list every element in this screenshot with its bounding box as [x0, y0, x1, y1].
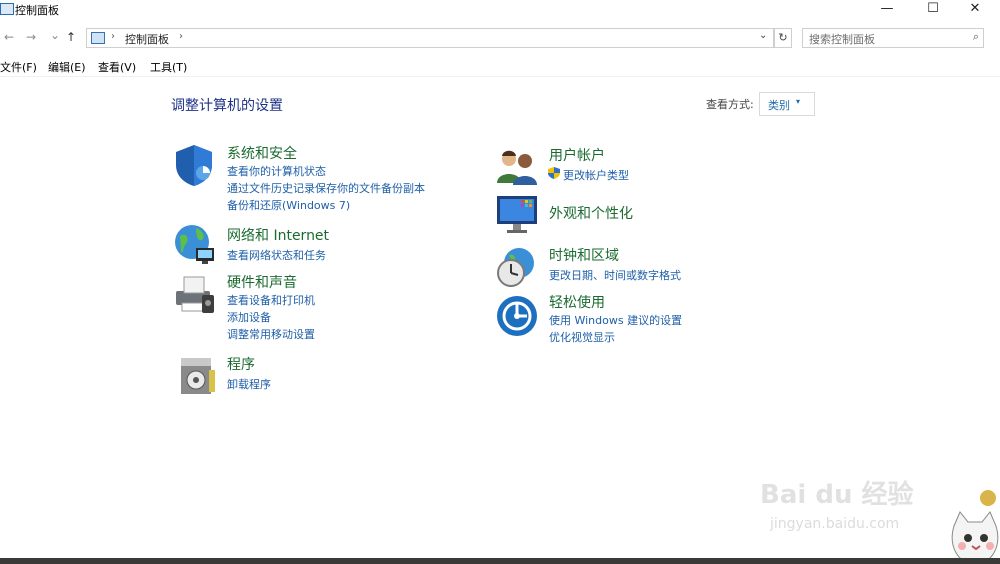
- category-user-accounts[interactable]: 用户帐户: [549, 145, 605, 165]
- close-button[interactable]: ✕: [954, 0, 996, 18]
- link-backup-restore[interactable]: 备份和还原(Windows 7): [227, 197, 350, 213]
- link-network-status[interactable]: 查看网络状态和任务: [227, 247, 326, 263]
- category-network-internet[interactable]: 网络和 Internet: [227, 225, 329, 245]
- breadcrumb-separator[interactable]: ›: [111, 31, 115, 42]
- clock-icon[interactable]: [495, 245, 539, 289]
- watermark-url: jingyan.baidu.com: [770, 516, 900, 532]
- window-title: 控制面板: [15, 4, 59, 17]
- view-by-select[interactable]: 类别 ▾: [759, 92, 815, 116]
- minimize-button[interactable]: —: [866, 0, 908, 18]
- category-ease-of-access[interactable]: 轻松使用: [549, 292, 605, 312]
- refresh-button[interactable]: ↻: [774, 28, 792, 48]
- search-input[interactable]: 搜索控制面板 ⌕: [802, 28, 984, 48]
- link-add-device[interactable]: 添加设备: [227, 309, 271, 325]
- printer-icon[interactable]: [172, 273, 216, 317]
- link-devices-printers[interactable]: 查看设备和打印机: [227, 292, 315, 308]
- mascot-cat-icon: [951, 490, 999, 564]
- address-bar[interactable]: › 控制面板 › ⌄: [86, 28, 774, 48]
- address-row: ← → ⌄ ↑ › 控制面板 › ⌄ ↻ 搜索控制面板 ⌕: [0, 26, 1000, 50]
- category-programs[interactable]: 程序: [227, 354, 255, 374]
- breadcrumb-control-panel[interactable]: 控制面板: [125, 31, 169, 47]
- title-bar: 控制面板 — ☐ ✕: [0, 0, 1000, 20]
- back-button[interactable]: ←: [4, 30, 14, 44]
- uac-shield-icon: [548, 167, 560, 179]
- search-icon[interactable]: ⌕: [973, 30, 979, 44]
- category-hardware-sound[interactable]: 硬件和声音: [227, 272, 297, 292]
- watermark-logo: Bai du 经验: [760, 480, 914, 510]
- link-optimize-visual-display[interactable]: 优化视觉显示: [549, 329, 615, 345]
- monitor-icon[interactable]: [495, 192, 539, 236]
- view-by-label: 查看方式:: [706, 98, 754, 111]
- link-mobility-settings[interactable]: 调整常用移动设置: [227, 326, 315, 342]
- chevron-down-icon[interactable]: ▾: [796, 97, 800, 106]
- category-clock-region[interactable]: 时钟和区域: [549, 245, 619, 265]
- menu-bar: 文件(F) 编辑(E) 查看(V) 工具(T): [0, 58, 1000, 77]
- control-panel-icon: [0, 3, 14, 15]
- category-system-security[interactable]: 系统和安全: [227, 143, 297, 163]
- breadcrumb-separator[interactable]: ›: [179, 31, 183, 42]
- page-title: 调整计算机的设置: [171, 98, 283, 114]
- link-change-date-time-format[interactable]: 更改日期、时间或数字格式: [549, 267, 681, 283]
- address-dropdown-icon[interactable]: ⌄: [759, 30, 767, 41]
- category-appearance-personalization[interactable]: 外观和个性化: [549, 203, 633, 223]
- link-uninstall-program[interactable]: 卸载程序: [227, 376, 271, 392]
- menu-edit[interactable]: 编辑(E): [48, 59, 86, 75]
- menu-tools[interactable]: 工具(T): [150, 59, 187, 75]
- forward-button[interactable]: →: [26, 30, 36, 44]
- maximize-button[interactable]: ☐: [912, 0, 954, 18]
- link-file-history-backup[interactable]: 通过文件历史记录保存你的文件备份副本: [227, 180, 425, 196]
- link-change-account-type[interactable]: 更改帐户类型: [563, 167, 629, 183]
- programs-icon[interactable]: [175, 354, 219, 398]
- shield-icon[interactable]: [172, 143, 216, 187]
- link-windows-recommended-settings[interactable]: 使用 Windows 建议的设置: [549, 312, 682, 328]
- up-button[interactable]: ↑: [66, 30, 76, 44]
- control-panel-icon: [91, 32, 105, 44]
- recent-locations-button[interactable]: ⌄: [50, 28, 60, 42]
- search-placeholder: 搜索控制面板: [809, 33, 875, 46]
- link-view-computer-status[interactable]: 查看你的计算机状态: [227, 163, 326, 179]
- view-by-value[interactable]: 类别: [768, 97, 790, 113]
- menu-view[interactable]: 查看(V): [98, 59, 136, 75]
- globe-icon[interactable]: [172, 222, 216, 266]
- menu-file[interactable]: 文件(F): [0, 59, 37, 75]
- users-icon[interactable]: [495, 145, 539, 189]
- desktop-background-strip: [0, 558, 1000, 564]
- accessibility-icon[interactable]: [495, 294, 539, 338]
